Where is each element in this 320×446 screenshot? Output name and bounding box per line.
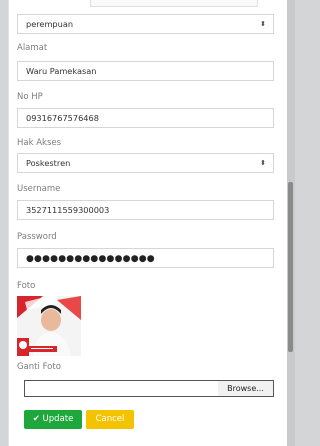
check-icon: ✔ [32, 414, 40, 424]
hak-akses-select[interactable]: Poskestren ⬍ [17, 153, 274, 173]
file-input[interactable]: Browse... [24, 380, 274, 397]
updown-caret-icon: ⬍ [260, 159, 266, 167]
alamat-field[interactable]: Waru Pamekasan [17, 61, 274, 81]
hak-akses-value: Poskestren [26, 158, 71, 168]
username-value: 3527111559300003 [26, 205, 110, 215]
profile-photo [17, 296, 81, 356]
gender-select-value: perempuan [26, 19, 74, 29]
hak-akses-label: Hak Akses [17, 138, 62, 148]
nohp-label: No HP [17, 92, 43, 102]
password-label: Password [17, 232, 57, 242]
nohp-field[interactable]: 09316767576468 [17, 108, 274, 128]
update-label: Update [42, 414, 74, 424]
ganti-foto-label: Ganti Foto [17, 362, 61, 372]
password-field[interactable]: ●●●●●●●●●●●●●●●● [17, 248, 274, 268]
password-value: ●●●●●●●●●●●●●●●● [26, 254, 155, 264]
nohp-value: 09316767576468 [26, 113, 99, 123]
username-label: Username [17, 184, 61, 194]
foto-label: Foto [17, 281, 36, 291]
alamat-value: Waru Pamekasan [26, 66, 97, 76]
update-button[interactable]: ✔ Update [24, 410, 82, 429]
gender-select[interactable]: perempuan ⬍ [17, 14, 274, 34]
profile-photo-image [17, 296, 81, 356]
scrollbar-thumb[interactable] [288, 182, 293, 352]
cancel-button[interactable]: Cancel [86, 410, 134, 429]
file-path-display [25, 381, 219, 396]
browse-button[interactable]: Browse... [218, 381, 273, 396]
updown-caret-icon: ⬍ [260, 20, 266, 28]
alamat-label: Alamat [17, 43, 48, 53]
username-field[interactable]: 3527111559300003 [17, 200, 274, 220]
top-tab-edge [90, 0, 258, 7]
